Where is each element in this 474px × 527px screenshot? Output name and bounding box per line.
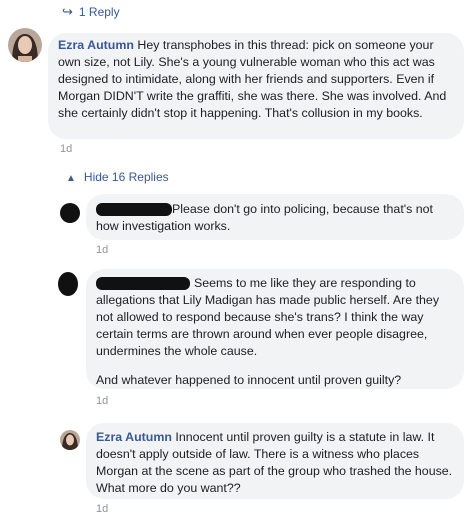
reply-timestamp[interactable]: 1d [96,244,108,256]
redacted-author [96,277,190,291]
reply-bubble: Please don't go into policing, because t… [86,194,464,240]
reply-text-paragraph: And whatever happened to innocent until … [96,373,402,387]
chevron-up-icon: ▲ [66,173,76,184]
reply-bubble: Seems to me like they are responding to … [86,269,464,389]
avatar[interactable] [60,203,80,223]
comment-bubble: Ezra Autumn Hey transphobes in this thre… [48,33,464,139]
hide-replies-label: Hide 16 Replies [83,170,169,184]
reply-bubble: Ezra Autumn Innocent until proven guilty… [86,423,464,499]
avatar[interactable] [58,272,78,296]
reply-arrow-icon: ↪ [62,4,73,19]
hide-replies-link[interactable]: ▲ Hide 16 Replies [66,170,169,184]
reply-timestamp[interactable]: 1d [96,503,108,515]
avatar[interactable] [60,430,80,450]
reply-count-label: 1 Reply [78,5,120,19]
comment-timestamp[interactable]: 1d [60,143,72,155]
redacted-author [96,203,172,217]
reply-timestamp[interactable]: 1d [96,395,108,407]
comment-author[interactable]: Ezra Autumn [58,38,134,52]
view-reply-link[interactable]: ↪ 1 Reply [62,4,120,20]
avatar[interactable] [8,28,42,62]
reply-author[interactable]: Ezra Autumn [96,430,172,444]
